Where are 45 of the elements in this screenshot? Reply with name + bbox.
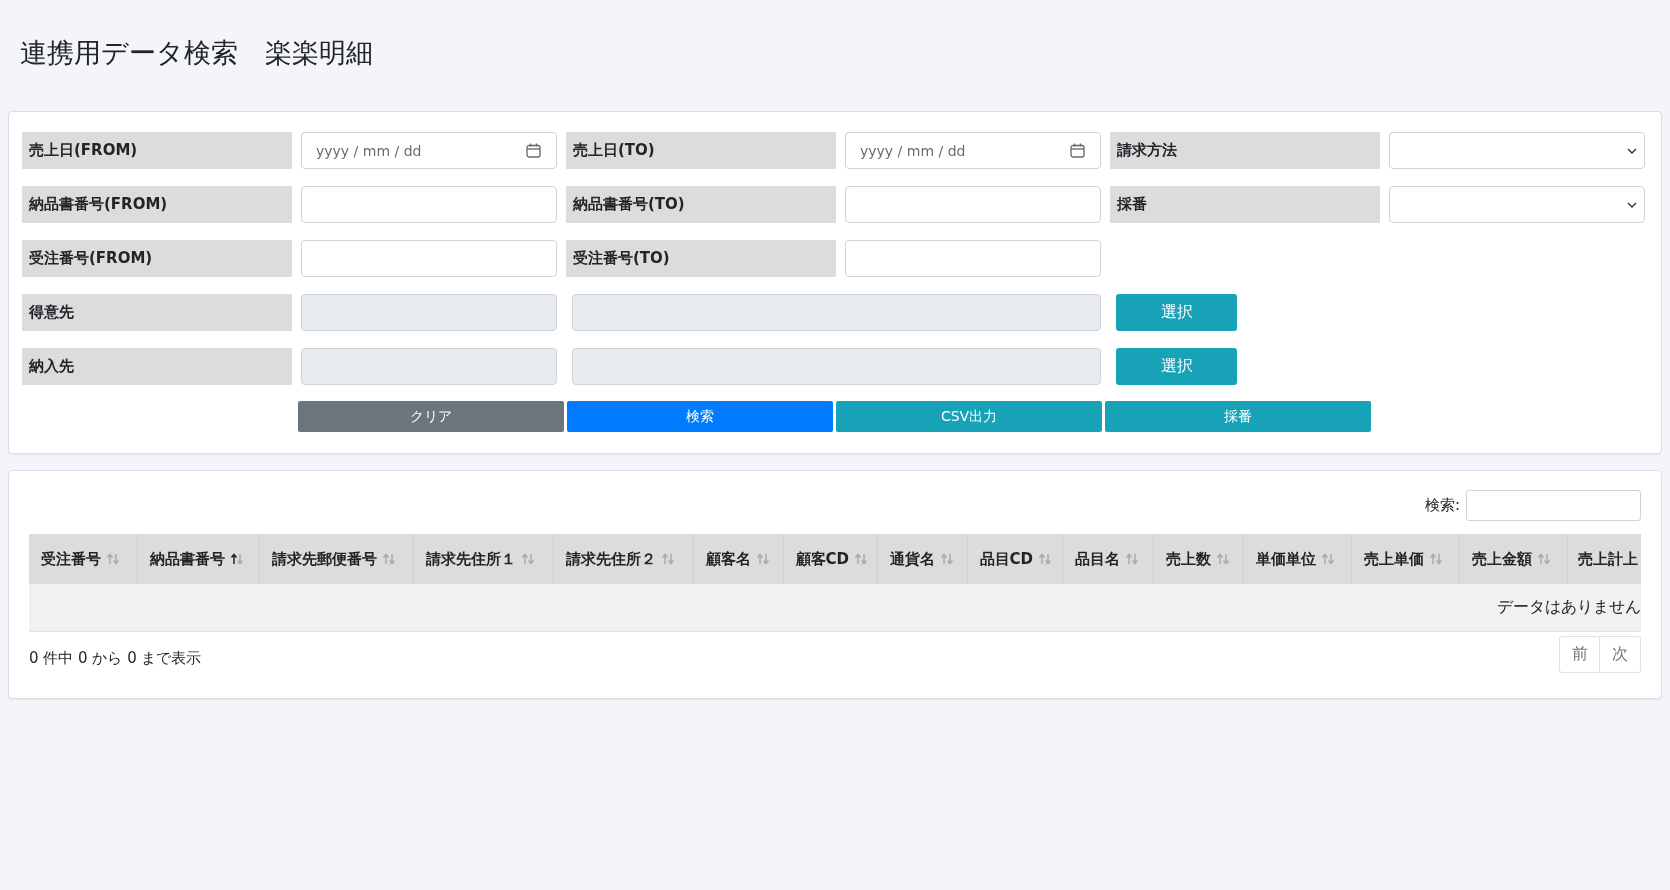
column-header[interactable]: 請求先住所２ [553,534,693,584]
chevron-icon[interactable] [1627,147,1637,154]
column-header[interactable]: 売上計上 [1567,534,1641,584]
text-field[interactable] [301,240,557,277]
column-header[interactable]: 品目名 [1062,534,1153,584]
table-info: 0 件中 0 から 0 まで表示 [29,649,202,668]
field-label: 受注番号(FROM) [22,240,292,277]
action-button[interactable]: クリア [298,401,564,432]
sort-icon[interactable] [229,553,244,565]
field-label: 納入先 [22,348,292,385]
action-button[interactable]: 検索 [567,401,833,432]
page-title: 連携用データ検索 楽楽明細 [20,36,374,70]
field-label: 受注番号(TO) [566,240,836,277]
date-field[interactable]: yyyy / mm / dd [845,132,1101,169]
field-label: 請求方法 [1110,132,1380,169]
column-header[interactable]: 売上数 [1153,534,1243,584]
date-field[interactable]: yyyy / mm / dd [301,132,557,169]
chevron-icon[interactable] [1627,201,1637,208]
field-label: 売上日(FROM) [22,132,292,169]
text-field[interactable] [845,186,1101,223]
field-label: 売上日(TO) [566,132,836,169]
field-label: 採番 [1110,186,1380,223]
calendar-icon[interactable] [526,143,541,158]
search-label: 検索: [1424,496,1460,515]
field-label: 得意先 [22,294,292,331]
text-field[interactable] [301,186,557,223]
column-header[interactable]: 品目CD [967,534,1062,584]
column-header[interactable]: 請求先住所１ [413,534,553,584]
empty-message: データはありません [1497,597,1641,618]
column-header[interactable]: 受注番号 [29,534,137,584]
column-header[interactable]: 単価単位 [1243,534,1351,584]
select-field[interactable] [1389,132,1645,169]
column-header[interactable]: 通貨名 [877,534,967,584]
column-header[interactable]: 顧客CD [783,534,877,584]
search-field[interactable] [1466,490,1641,521]
column-header[interactable]: 顧客名 [693,534,783,584]
field-label: 納品書番号(TO) [566,186,836,223]
column-header[interactable]: 売上金額 [1459,534,1567,584]
calendar-icon[interactable] [1070,143,1085,158]
column-header[interactable]: 売上単価 [1351,534,1459,584]
select-field[interactable] [1389,186,1645,223]
field-label: 納品書番号(FROM) [22,186,292,223]
text-field[interactable] [845,240,1101,277]
column-header[interactable]: 納品書番号 [137,534,259,584]
column-header[interactable]: 請求先郵便番号 [259,534,413,584]
